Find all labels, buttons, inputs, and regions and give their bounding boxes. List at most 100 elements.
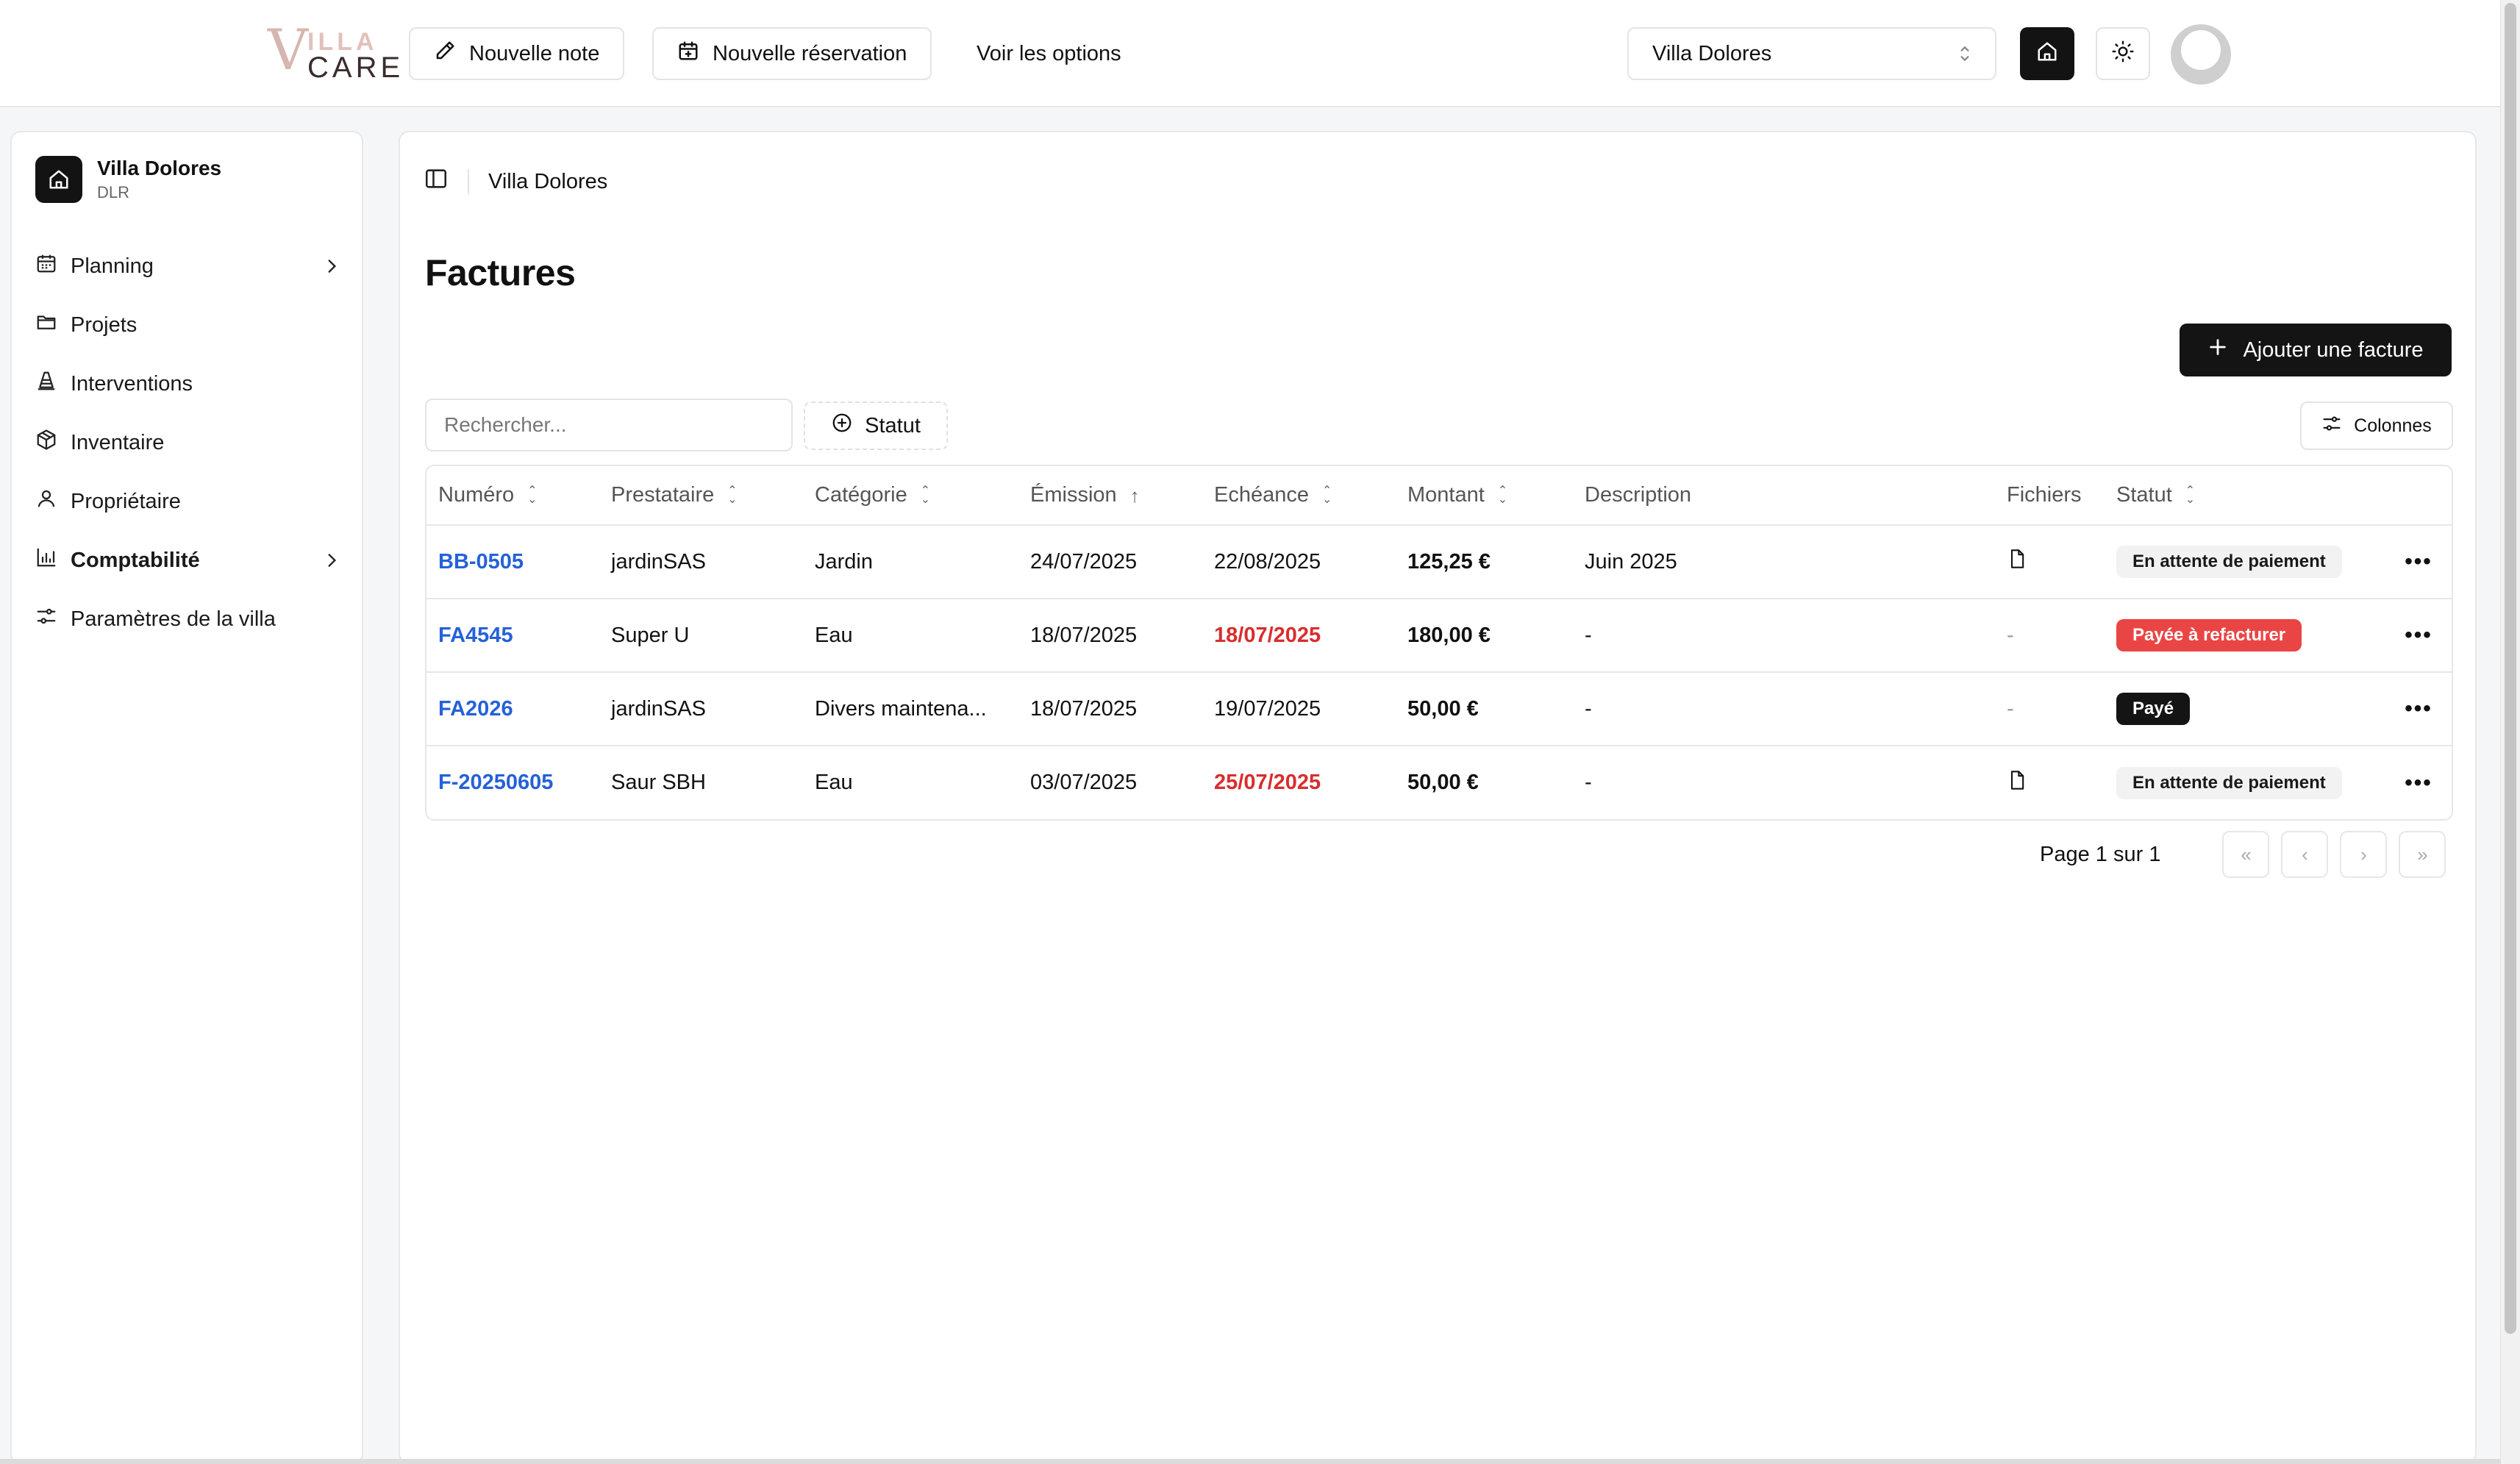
- sidebar-item-label: Propriétaire: [71, 489, 181, 513]
- calendar-plus-icon: [677, 40, 699, 68]
- bar-chart-icon: [35, 546, 57, 574]
- sidebar-toggle-icon[interactable]: [424, 166, 449, 197]
- cell-fichiers: -: [1995, 672, 2105, 746]
- sidebar-item-parametres[interactable]: Paramètres de la villa: [35, 590, 351, 649]
- main-panel: Villa Dolores Factures Ajouter une factu…: [399, 131, 2477, 1464]
- invoice-number-link[interactable]: BB-0505: [426, 525, 599, 599]
- cell-echeance: 18/07/2025: [1202, 599, 1396, 673]
- villa-care-logo[interactable]: V ILLA CARE: [268, 22, 400, 84]
- sidebar-item-proprietaire[interactable]: Propriétaire: [35, 472, 351, 531]
- page-title: Factures: [425, 252, 576, 293]
- cell-categorie: Eau: [815, 771, 853, 794]
- home-button[interactable]: [2020, 27, 2074, 80]
- header-statut[interactable]: Statut ⌃ ⌄: [2105, 466, 2371, 526]
- plus-circle-icon: [831, 412, 853, 440]
- file-icon[interactable]: [2007, 770, 2027, 796]
- user-icon: [35, 488, 57, 515]
- top-bar: V ILLA CARE Nouvelle note Nouvelle réser…: [0, 0, 2500, 107]
- sort-icon: ⌃ ⌄: [1322, 485, 1332, 507]
- new-note-button[interactable]: Nouvelle note: [409, 27, 625, 80]
- header-echeance[interactable]: Echéance ⌃ ⌄: [1202, 466, 1396, 526]
- villa-select[interactable]: Villa Dolores: [1627, 27, 1996, 80]
- new-reservation-button[interactable]: Nouvelle réservation: [652, 27, 932, 80]
- calendar-icon: [35, 252, 57, 280]
- columns-label: Colonnes: [2354, 415, 2432, 436]
- header-numero[interactable]: Numéro ⌃ ⌄: [426, 466, 599, 526]
- cell-prestataire: jardinSAS: [599, 525, 803, 599]
- table-row[interactable]: FA4545 Super U Eau 18/07/2025 18/07/2025…: [426, 599, 2452, 673]
- cell-montant: 125,25 €: [1396, 525, 1573, 599]
- folder-icon: [35, 311, 57, 339]
- pagination: Page 1 sur 1 « ‹ › »: [2040, 831, 2457, 878]
- table-row[interactable]: FA2026 jardinSAS Divers maintena... 18/0…: [426, 672, 2452, 746]
- see-options-link[interactable]: Voir les options: [977, 27, 1121, 80]
- search-input[interactable]: [425, 399, 793, 451]
- sidebar-item-projets[interactable]: Projets: [35, 296, 351, 354]
- cell-description: Juin 2025: [1573, 525, 1995, 599]
- theme-toggle-button[interactable]: [2096, 27, 2150, 80]
- row-actions-icon[interactable]: •••: [2371, 599, 2452, 673]
- new-reservation-label: Nouvelle réservation: [713, 41, 907, 65]
- sidebar-item-label: Inventaire: [71, 430, 165, 454]
- new-note-label: Nouvelle note: [469, 41, 600, 65]
- cell-categorie: Jardin: [803, 525, 1018, 599]
- status-filter-button[interactable]: Statut: [804, 401, 948, 450]
- status-badge: Payée à refacturer: [2116, 619, 2302, 651]
- row-actions-icon[interactable]: •••: [2371, 672, 2452, 746]
- plus-icon: [2207, 337, 2228, 363]
- row-actions-icon[interactable]: •••: [2371, 746, 2452, 819]
- status-badge: En attente de paiement: [2116, 546, 2342, 578]
- cell-emission: 18/07/2025: [1018, 599, 1202, 673]
- sidebar-nav: Planning Projets Interventions Inventair…: [35, 237, 351, 649]
- first-page-icon[interactable]: «: [2222, 831, 2270, 878]
- user-avatar[interactable]: [2171, 24, 2231, 85]
- cell-emission: 03/07/2025: [1030, 771, 1138, 794]
- cell-categorie: Divers maintena...: [803, 672, 1018, 746]
- header-description: Description: [1573, 466, 1995, 526]
- villa-name: Villa Dolores: [97, 157, 222, 179]
- logo-illa: ILLA: [307, 28, 378, 56]
- cell-statut: Payée à refacturer: [2105, 599, 2371, 673]
- header-montant[interactable]: Montant ⌃ ⌄: [1396, 466, 1573, 526]
- invoices-table: Numéro ⌃ ⌄ Prestataire ⌃ ⌄ Catégorie ⌃ ⌄ Émiss…: [425, 465, 2453, 821]
- sidebar-item-planning[interactable]: Planning: [35, 237, 351, 296]
- scrollbar-thumb[interactable]: [2505, 3, 2516, 1334]
- sidebar-item-label: Interventions: [71, 371, 193, 396]
- sidebar-item-label: Comptabilité: [71, 548, 200, 572]
- cell-montant: 50,00 €: [1407, 771, 1479, 794]
- sort-ascending-icon: ↑: [1129, 485, 1140, 507]
- last-page-icon[interactable]: »: [2399, 831, 2446, 878]
- cell-echeance: 25/07/2025: [1214, 771, 1321, 794]
- cell-emission: 24/07/2025: [1018, 525, 1202, 599]
- sort-icon: ⌃ ⌄: [1497, 485, 1508, 507]
- logo-care: CARE: [307, 51, 404, 84]
- cell-prestataire: Super U: [599, 599, 803, 673]
- sidebar-item-label: Projets: [71, 313, 138, 337]
- row-actions-icon[interactable]: •••: [2371, 525, 2452, 599]
- sidebar-item-label: Planning: [71, 254, 154, 278]
- sidebar-item-label: Paramètres de la villa: [71, 607, 276, 631]
- sidebar-item-interventions[interactable]: Interventions: [35, 354, 351, 413]
- next-page-icon[interactable]: ›: [2340, 831, 2388, 878]
- header-emission[interactable]: Émission ↑: [1018, 466, 1202, 526]
- sidebar-item-inventaire[interactable]: Inventaire: [35, 413, 351, 472]
- file-icon[interactable]: [2007, 549, 2027, 575]
- cell-categorie: Eau: [803, 599, 1018, 673]
- package-icon: [35, 429, 57, 457]
- sidebar-item-comptabilite[interactable]: Comptabilité: [35, 531, 351, 590]
- invoice-number-link[interactable]: FA2026: [426, 672, 599, 746]
- invoice-number-link[interactable]: F-20250605: [426, 746, 599, 819]
- header-prestataire[interactable]: Prestataire ⌃ ⌄: [599, 466, 803, 526]
- header-categorie[interactable]: Catégorie ⌃ ⌄: [803, 466, 1018, 526]
- invoice-number-link[interactable]: FA4545: [426, 599, 599, 673]
- villa-switcher[interactable]: Villa Dolores DLR: [35, 156, 221, 203]
- add-invoice-button[interactable]: Ajouter une facture: [2180, 324, 2452, 376]
- previous-page-icon[interactable]: ‹: [2281, 831, 2329, 878]
- status-filter-label: Statut: [865, 413, 921, 438]
- columns-button[interactable]: Colonnes: [2300, 401, 2453, 450]
- table-row[interactable]: BB-0505 jardinSAS Jardin 24/07/2025 22/0…: [426, 525, 2452, 599]
- cell-statut: En attente de paiement: [2105, 746, 2371, 819]
- cell-fichiers: [1995, 746, 2105, 819]
- table-row[interactable]: F-20250605 Saur SBH Eau 03/07/2025 25/07…: [426, 746, 2452, 819]
- page-indicator: Page 1 sur 1: [2040, 842, 2161, 866]
